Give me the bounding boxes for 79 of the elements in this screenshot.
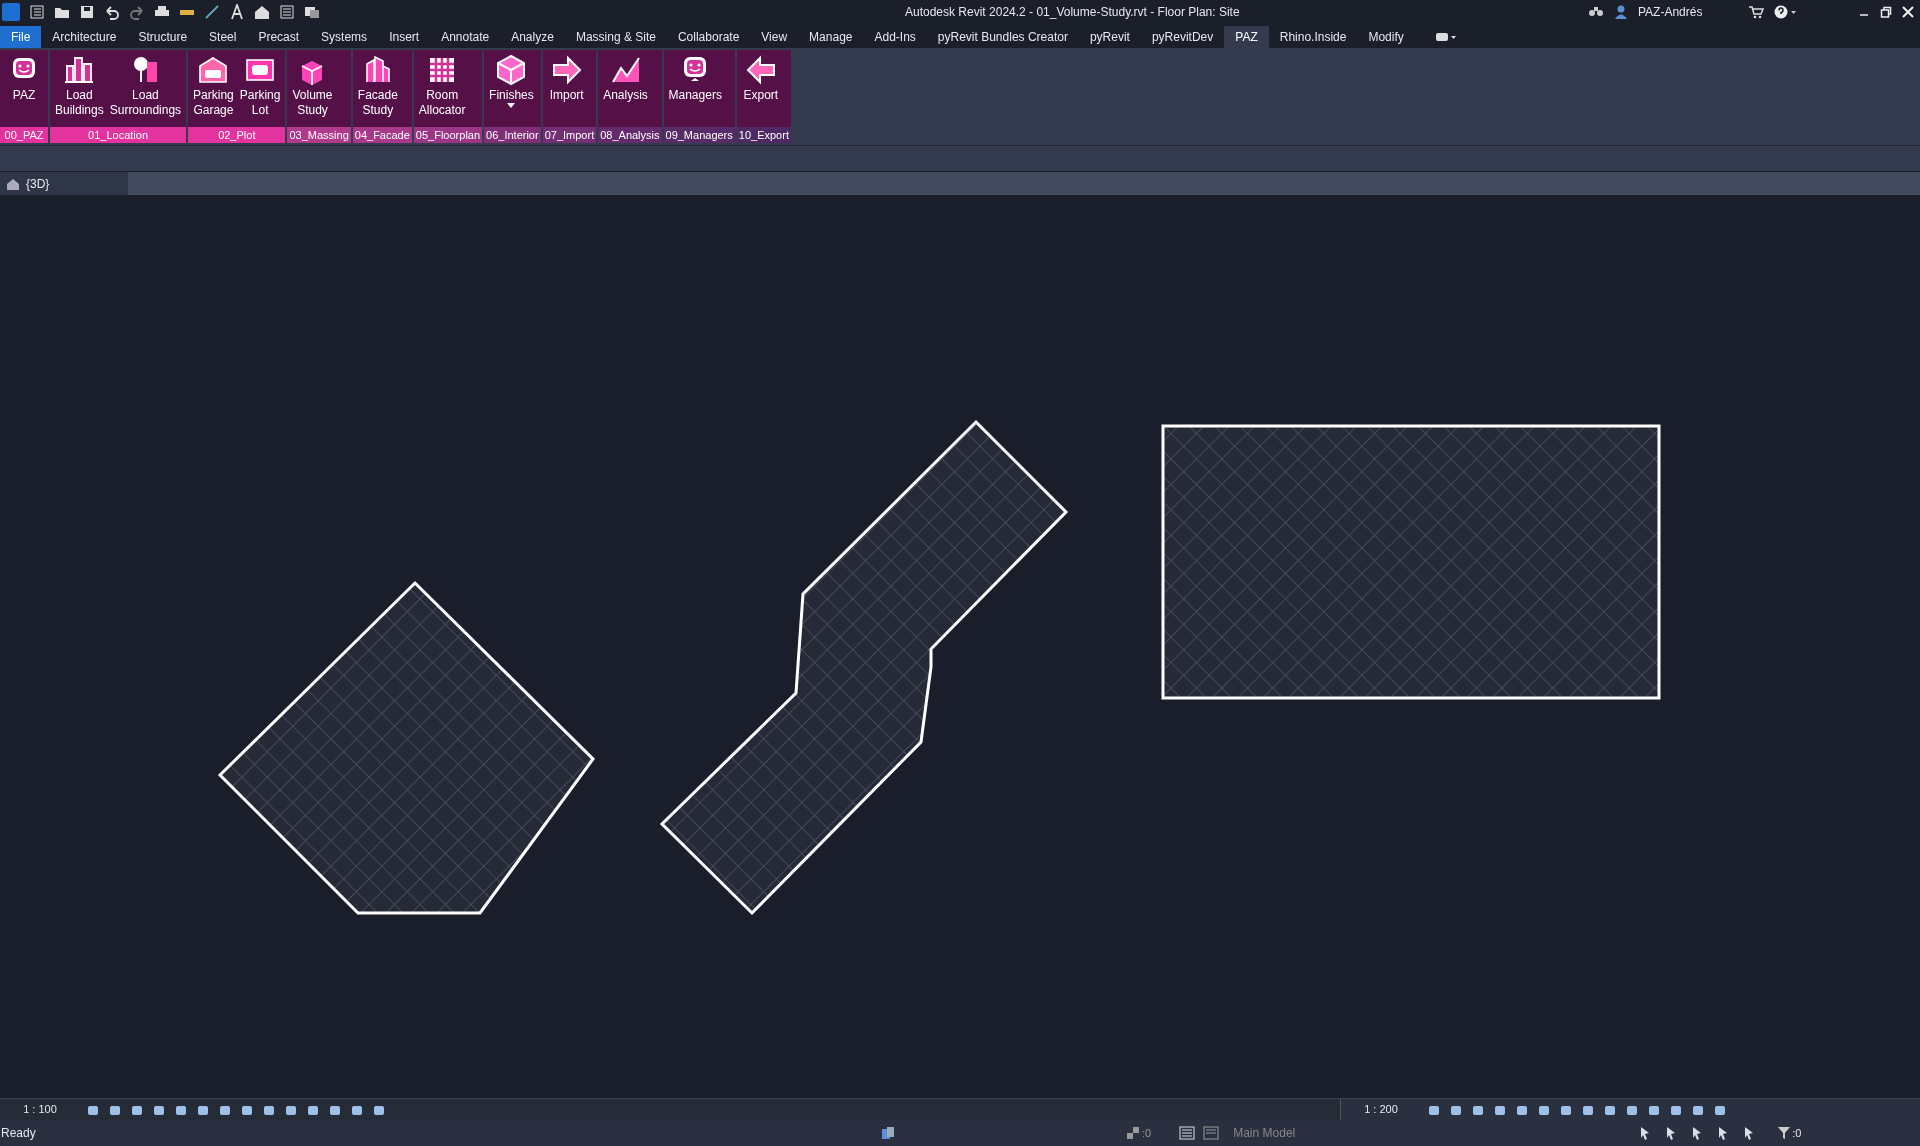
- ribbon-button[interactable]: Managers: [665, 50, 725, 103]
- close-icon[interactable]: [1902, 6, 1914, 18]
- ribbon-button[interactable]: Analysis: [600, 50, 651, 103]
- ribbon-button[interactable]: Load Buildings: [52, 50, 107, 118]
- arrow-right-icon: [550, 54, 583, 86]
- site-plot[interactable]: [217, 580, 595, 915]
- panel-title[interactable]: 05_Floorplan: [413, 127, 483, 143]
- view-scale[interactable]: 1 : 200: [1341, 1101, 1421, 1118]
- view-scale[interactable]: 1 : 100: [0, 1101, 80, 1118]
- panel-title[interactable]: 00_PAZ: [0, 127, 48, 143]
- ribbon-tab[interactable]: Add-Ins: [863, 26, 927, 48]
- save-icon[interactable]: [79, 4, 95, 20]
- filter-count: :0: [1792, 1125, 1802, 1141]
- dimension-icon[interactable]: [204, 4, 220, 20]
- ribbon-tab[interactable]: pyRevit: [1078, 26, 1141, 48]
- ribbon-tab[interactable]: Precast: [247, 26, 311, 48]
- ribbon-button[interactable]: Parking Lot: [236, 50, 284, 118]
- ribbon-tab[interactable]: Collaborate: [666, 26, 751, 48]
- worksets-icon[interactable]: [1126, 1126, 1140, 1140]
- ribbon-button[interactable]: PAZ: [2, 50, 46, 103]
- panel-title[interactable]: 10_Export: [736, 127, 791, 143]
- ribbon-tab[interactable]: Steel: [198, 26, 248, 48]
- arrow-left-icon: [744, 54, 777, 86]
- panel-title[interactable]: 06_Interior: [484, 127, 541, 143]
- ribbon-tab[interactable]: Annotate: [430, 26, 501, 48]
- ribbon-button[interactable]: Facade Study: [354, 50, 401, 118]
- cart-icon[interactable]: [1748, 5, 1764, 19]
- ribbon-tab[interactable]: Analyze: [500, 26, 565, 48]
- panel-title[interactable]: 02_Plot: [188, 127, 286, 143]
- restore-icon[interactable]: [1880, 6, 1892, 18]
- ribbon-tab[interactable]: Structure: [127, 26, 199, 48]
- undo-icon[interactable]: [104, 4, 120, 20]
- ribbon-tab[interactable]: Modify: [1357, 26, 1415, 48]
- help-icon[interactable]: [1774, 5, 1798, 19]
- filter-icon[interactable]: [1777, 1126, 1792, 1140]
- ribbon-tab[interactable]: Rhino.Inside: [1268, 26, 1358, 48]
- active-model[interactable]: Main Model: [1233, 1124, 1430, 1142]
- worksharing-icon[interactable]: [880, 1125, 896, 1141]
- buildings-icon: [63, 54, 96, 86]
- redo-icon[interactable]: [129, 4, 145, 20]
- car-garage-icon: [197, 54, 230, 86]
- worksets-count: :0: [1142, 1125, 1152, 1141]
- search-icon[interactable]: [1588, 5, 1604, 19]
- panel-title[interactable]: 09_Managers: [663, 127, 735, 143]
- ribbon-tab[interactable]: File: [0, 26, 42, 48]
- panel-title[interactable]: 07_Import: [542, 127, 597, 143]
- menu-icon[interactable]: [29, 4, 45, 20]
- ribbon-button[interactable]: Export: [738, 50, 783, 103]
- home-icon: [6, 177, 20, 190]
- panel-title[interactable]: 03_Massing: [287, 127, 351, 143]
- ribbon-button[interactable]: Room Allocator: [415, 50, 469, 118]
- user-name[interactable]: PAZ-Andrés: [1638, 3, 1738, 21]
- window-title: Autodesk Revit 2024.2 - 01_Volume-Study.rvt - Floor Plan: Site: [905, 4, 1240, 21]
- ribbon-tab[interactable]: View: [750, 26, 799, 48]
- ribbon-button[interactable]: Load Surroundings: [106, 50, 185, 118]
- window-icon[interactable]: [304, 4, 320, 20]
- ribbon-tab[interactable]: Manage: [798, 26, 864, 48]
- ribbon-button[interactable]: Import: [544, 50, 589, 103]
- home-icon[interactable]: [254, 4, 270, 20]
- panel-title[interactable]: 08_Analysis: [598, 127, 662, 143]
- status-text: Ready: [0, 1125, 37, 1142]
- ribbon-tab[interactable]: pyRevitDev: [1140, 26, 1225, 48]
- user-icon[interactable]: [1614, 5, 1628, 19]
- ribbon-button[interactable]: Finishes: [486, 50, 537, 109]
- ribbon-tab[interactable]: pyRevit Bundles Creator: [926, 26, 1079, 48]
- panel-title[interactable]: 01_Location: [50, 127, 187, 143]
- ribbon-tab[interactable]: Systems: [310, 26, 379, 48]
- panel-title[interactable]: 04_Facade: [352, 127, 412, 143]
- ribbon-tab[interactable]: PAZ: [1224, 26, 1269, 48]
- ribbon-tab[interactable]: Massing & Site: [564, 26, 667, 48]
- ribbon-button[interactable]: Volume Study: [289, 50, 336, 118]
- keyboard-icon[interactable]: [1434, 31, 1457, 43]
- caret-icon: [507, 103, 516, 109]
- document-tab[interactable]: {3D}: [0, 172, 128, 195]
- text-icon[interactable]: [229, 4, 245, 20]
- ribbon-tab[interactable]: Insert: [378, 26, 431, 48]
- ribbon-button[interactable]: Parking Garage: [190, 50, 237, 118]
- ribbon-tab[interactable]: Architecture: [41, 26, 128, 48]
- site-plot[interactable]: [1161, 424, 1661, 700]
